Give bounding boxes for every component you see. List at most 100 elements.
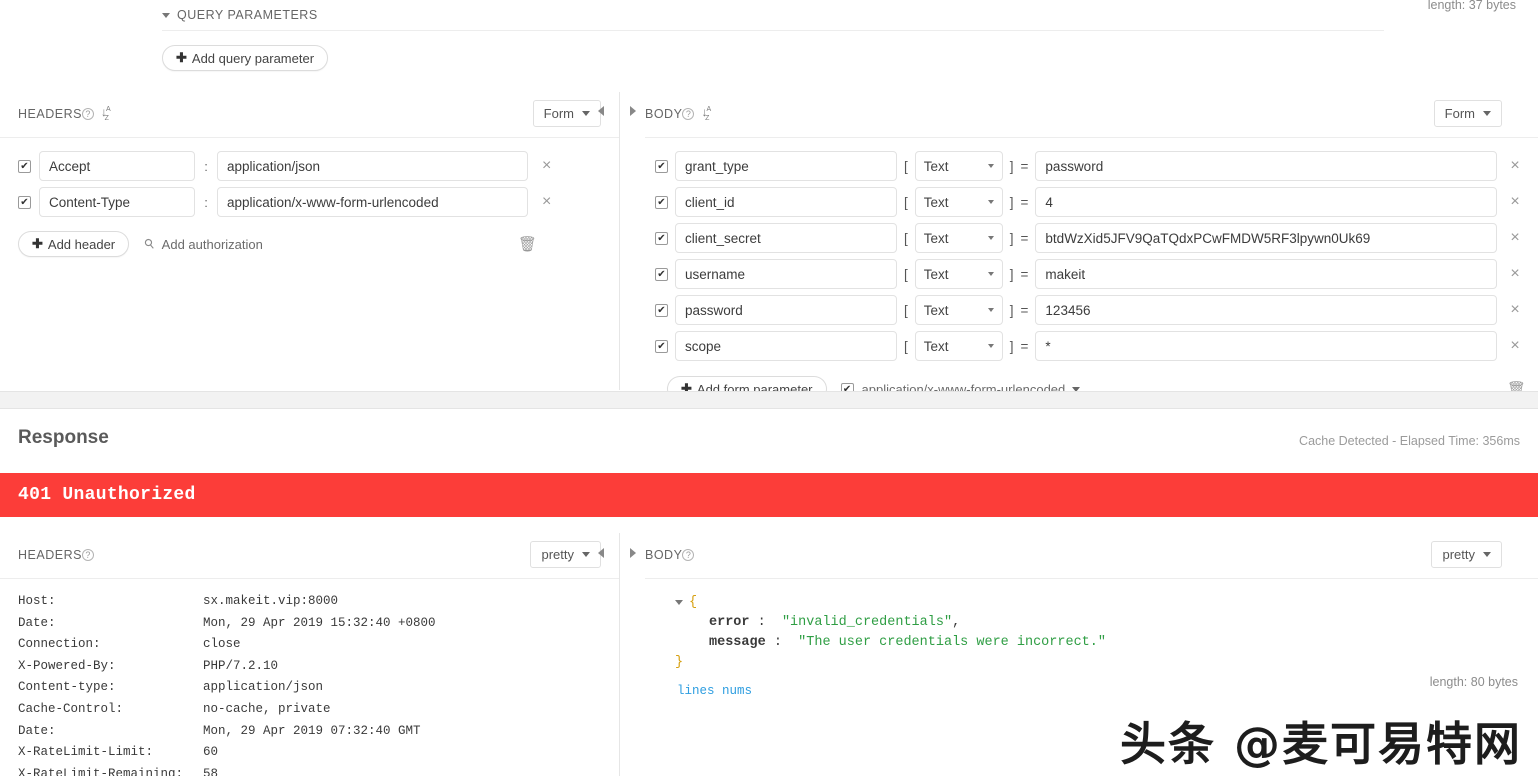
form-param-enabled-checkbox[interactable]: ✔ (655, 339, 668, 353)
form-param-value-input[interactable] (1035, 223, 1498, 253)
chevron-down-icon[interactable] (162, 12, 170, 18)
list-item: X-RateLimit-Limit: 60 (18, 742, 601, 764)
form-param-value-input[interactable] (1035, 331, 1498, 361)
triangle-right-icon (630, 548, 636, 558)
help-circle-icon[interactable]: ? (81, 107, 94, 120)
plus-icon: ✚ (176, 50, 187, 65)
form-param-enabled-checkbox[interactable]: ✔ (655, 195, 668, 209)
json-key: error (709, 615, 750, 630)
table-row: ✔ : × (18, 148, 601, 184)
form-param-type-select[interactable]: Text (914, 331, 1003, 361)
request-body-mode-dropdown[interactable]: Form (1433, 100, 1502, 127)
remove-form-param-button[interactable]: × (1504, 194, 1525, 210)
response-pane-divider (619, 533, 620, 776)
bracket-open: [ (904, 302, 908, 318)
form-param-type-select[interactable]: Text (914, 223, 1003, 253)
request-headers-pane: HEADERS ? ↓AZ Form ✔ : × ✔ : (0, 92, 619, 257)
status-badge: 401 Unauthorized (0, 473, 1538, 517)
delete-headers-icon[interactable]: 🗑 (518, 235, 537, 253)
remove-header-button[interactable]: × (536, 194, 557, 210)
query-parameters-label: QUERY PARAMETERS (177, 8, 318, 22)
form-param-enabled-checkbox[interactable]: ✔ (655, 303, 668, 317)
sort-az-icon[interactable]: ↓AZ (701, 105, 711, 121)
remove-form-param-button[interactable]: × (1504, 158, 1525, 174)
response-length-label: length: 80 bytes (1429, 675, 1518, 689)
response-body-mode-dropdown[interactable]: pretty (1431, 541, 1502, 568)
form-param-type-select[interactable]: Text (914, 151, 1003, 181)
request-body-mode-label: Form (1444, 106, 1475, 121)
form-param-enabled-checkbox[interactable]: ✔ (655, 159, 668, 173)
panel-resize-handle[interactable] (0, 391, 1538, 409)
collapse-headers-pane-button[interactable] (598, 103, 604, 121)
table-row: ✔ [ Text ] = × (655, 220, 1538, 256)
form-param-name-input[interactable] (675, 223, 897, 253)
request-pane-divider (619, 92, 620, 390)
form-param-value-input[interactable] (1035, 187, 1498, 217)
bracket-close: ] (1009, 230, 1014, 246)
form-param-value-input[interactable] (1035, 151, 1498, 181)
request-headers-mode-label: Form (543, 106, 574, 121)
remove-header-button[interactable]: × (536, 158, 557, 174)
request-headers-mode-dropdown[interactable]: Form (532, 100, 601, 127)
remove-form-param-button[interactable]: × (1504, 266, 1525, 282)
header-name-input[interactable] (39, 187, 195, 217)
list-item: Cache-Control: no-cache, private (18, 699, 601, 721)
response-body-pane: BODY ? pretty { error : "invalid_credent… (645, 533, 1538, 702)
help-circle-icon[interactable]: ? (81, 548, 94, 561)
form-param-value-input[interactable] (1035, 295, 1498, 325)
form-param-name-input[interactable] (675, 151, 897, 181)
response-body-pane-header: BODY ? pretty (645, 533, 1538, 579)
add-header-label: Add header (47, 236, 116, 252)
header-value-input[interactable] (217, 187, 528, 217)
response-body-mode-label: pretty (1442, 547, 1475, 562)
json-entry: message : "The user credentials were inc… (675, 633, 1538, 653)
header-name-input[interactable] (39, 151, 195, 181)
response-headers-pane: HEADERS ? pretty Host: sx.makeit.vip:8000… (0, 533, 619, 776)
key-icon: ⚲ (141, 234, 159, 253)
remove-form-param-button[interactable]: × (1504, 338, 1525, 354)
form-param-enabled-checkbox[interactable]: ✔ (655, 267, 668, 281)
equals-sign: = (1020, 230, 1029, 246)
header-enabled-checkbox[interactable]: ✔ (18, 195, 31, 209)
header-key: Cache-Control: (18, 701, 124, 716)
header-value-input[interactable] (217, 151, 528, 181)
equals-sign: = (1020, 158, 1029, 174)
equals-sign: = (1020, 194, 1029, 210)
query-parameters-header[interactable]: QUERY PARAMETERS (162, 8, 1384, 31)
response-headers-list: Host: sx.makeit.vip:8000 Date: Mon, 29 Apr… (0, 579, 619, 776)
collapse-response-headers-button[interactable] (598, 545, 604, 563)
equals-sign: = (1020, 302, 1029, 318)
form-param-type-select[interactable]: Text (914, 295, 1003, 325)
sort-az-icon[interactable]: ↓AZ (101, 105, 111, 121)
chevron-down-icon (1483, 552, 1491, 557)
expand-body-pane-button[interactable] (630, 103, 636, 121)
form-param-type-select[interactable]: Text (914, 187, 1003, 217)
expand-response-body-button[interactable] (630, 545, 636, 563)
remove-form-param-button[interactable]: × (1504, 230, 1525, 246)
header-value: 60 (203, 745, 219, 760)
triangle-left-icon (598, 106, 604, 116)
form-param-name-input[interactable] (675, 259, 897, 289)
form-param-name-input[interactable] (675, 187, 897, 217)
form-param-type-select[interactable]: Text (914, 259, 1003, 289)
add-authorization-button[interactable]: ⚲ Add authorization (141, 235, 263, 253)
request-body-pane-header: BODY ? ↓AZ Form (645, 92, 1538, 138)
json-close-line: } (675, 653, 1538, 673)
help-circle-icon[interactable]: ? (682, 548, 695, 561)
equals-sign: = (1020, 338, 1029, 354)
form-param-value-input[interactable] (1035, 259, 1498, 289)
request-body-title: BODY (645, 106, 683, 121)
triangle-down-icon[interactable] (675, 593, 683, 613)
form-param-name-input[interactable] (675, 295, 897, 325)
form-param-enabled-checkbox[interactable]: ✔ (655, 231, 668, 245)
json-key: message (709, 635, 766, 650)
response-headers-mode-dropdown[interactable]: pretty (530, 541, 601, 568)
remove-form-param-button[interactable]: × (1504, 302, 1525, 318)
help-circle-icon[interactable]: ? (682, 107, 695, 120)
bracket-open: [ (904, 158, 908, 174)
lines-nums-toggle[interactable]: lines nums (677, 681, 752, 701)
add-query-parameter-button[interactable]: ✚ Add query parameter (162, 45, 329, 71)
header-enabled-checkbox[interactable]: ✔ (18, 159, 31, 173)
form-param-name-input[interactable] (675, 331, 897, 361)
add-header-button[interactable]: ✚ Add header (18, 231, 130, 257)
